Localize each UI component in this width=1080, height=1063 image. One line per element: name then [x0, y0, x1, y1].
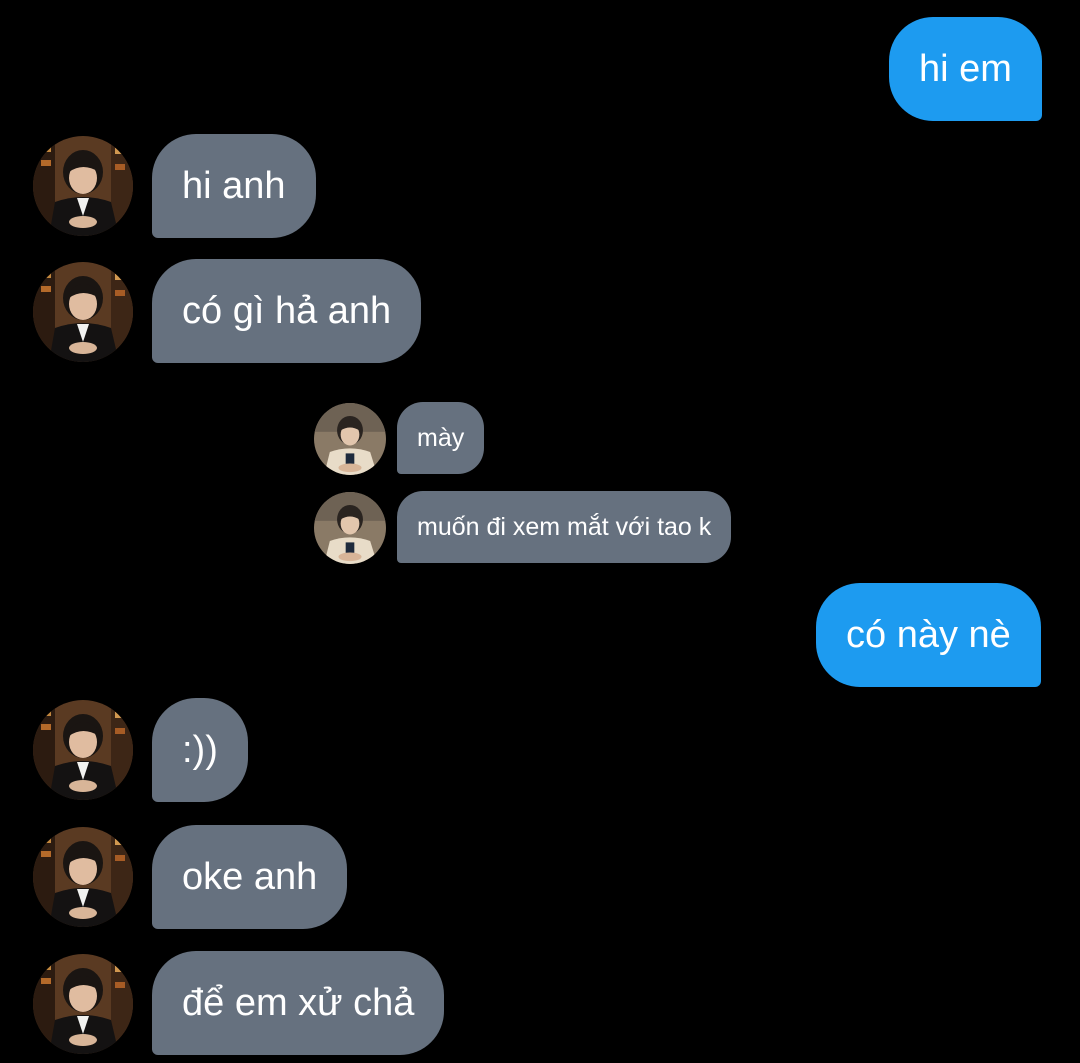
message-bubble-received[interactable]: có gì hả anh	[152, 259, 422, 363]
avatar-icon[interactable]	[33, 827, 133, 927]
message-bubble-sent[interactable]: có này nè	[816, 583, 1041, 687]
message-bubble-received[interactable]: :))	[152, 698, 248, 802]
message-bubble-received[interactable]: hi anh	[152, 134, 316, 238]
message-text: để em xử chả	[182, 981, 415, 1024]
message-bubble-received[interactable]: oke anh	[152, 825, 348, 929]
message-text: mày	[417, 423, 465, 452]
message-text: có này nè	[846, 613, 1011, 656]
quoted-avatar-icon[interactable]	[314, 492, 386, 564]
message-text: hi anh	[182, 164, 286, 207]
message-text: :))	[182, 728, 218, 771]
avatar-icon[interactable]	[33, 700, 133, 800]
message-text: hi em	[919, 47, 1012, 90]
message-text: muốn đi xem mắt với tao k	[417, 512, 712, 541]
avatar-icon[interactable]	[33, 954, 133, 1054]
message-bubble-sent[interactable]: hi em	[889, 17, 1042, 121]
avatar-icon[interactable]	[33, 262, 133, 362]
message-text: có gì hả anh	[182, 289, 392, 332]
avatar-icon[interactable]	[33, 136, 133, 236]
quoted-message-bubble[interactable]: muốn đi xem mắt với tao k	[397, 491, 732, 563]
quoted-message-bubble[interactable]: mày	[397, 402, 485, 474]
chat-screen: { "conversation": { "messages": [ {"text…	[0, 0, 1080, 1063]
message-text: oke anh	[182, 855, 318, 898]
quoted-avatar-icon[interactable]	[314, 403, 386, 475]
message-bubble-received[interactable]: để em xử chả	[152, 951, 445, 1055]
